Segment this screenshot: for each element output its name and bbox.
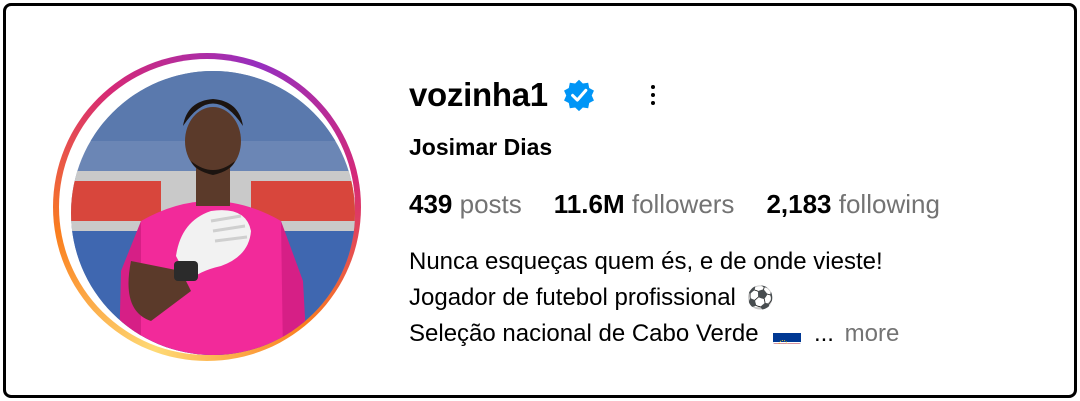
bio-line-2-text: Jogador de futebol profissional xyxy=(409,284,736,311)
stat-following-value: 2,183 xyxy=(766,189,832,219)
profile-card: vozinha1 Josimar Dias 439 posts 11.6M fo… xyxy=(3,3,1077,398)
stat-followers[interactable]: 11.6M followers xyxy=(554,189,735,220)
stats-row: 439 posts 11.6M followers 2,183 followin… xyxy=(409,189,1069,220)
header-row: vozinha1 xyxy=(409,72,1069,118)
bio: Nunca esqueças quem és, e de onde vieste… xyxy=(409,244,1069,352)
avatar[interactable] xyxy=(71,71,355,355)
cape-verde-flag-icon xyxy=(773,326,802,344)
more-options-icon[interactable] xyxy=(643,80,663,110)
verified-badge-icon xyxy=(563,79,594,112)
story-ring[interactable] xyxy=(53,53,361,361)
bio-line-2: Jogador de futebol profissional ⚽ xyxy=(409,280,1069,316)
stat-posts-label: posts xyxy=(459,189,522,219)
bio-line-3-text: Seleção nacional de Cabo Verde xyxy=(409,320,759,347)
stat-posts-value: 439 xyxy=(409,189,453,219)
full-name: Josimar Dias xyxy=(409,134,553,160)
stat-following[interactable]: 2,183 following xyxy=(766,189,939,220)
stat-posts[interactable]: 439 posts xyxy=(409,189,522,220)
more-link[interactable]: more xyxy=(845,320,900,347)
avatar-gap xyxy=(59,59,355,355)
stat-followers-value: 11.6M xyxy=(553,189,625,219)
bio-line-3: Seleção nacional de Cabo Verde ... more xyxy=(409,316,1069,352)
stat-following-label: following xyxy=(838,189,940,219)
soccer-ball-icon: ⚽ xyxy=(746,285,774,310)
stat-followers-label: followers xyxy=(631,189,735,219)
username: vozinha1 xyxy=(409,76,548,113)
bio-ellipsis: ... xyxy=(813,320,834,347)
bio-line-1: Nunca esqueças quem és, e de onde vieste… xyxy=(409,248,883,275)
profile-info: vozinha1 Josimar Dias 439 posts 11.6M fo… xyxy=(409,72,1069,352)
